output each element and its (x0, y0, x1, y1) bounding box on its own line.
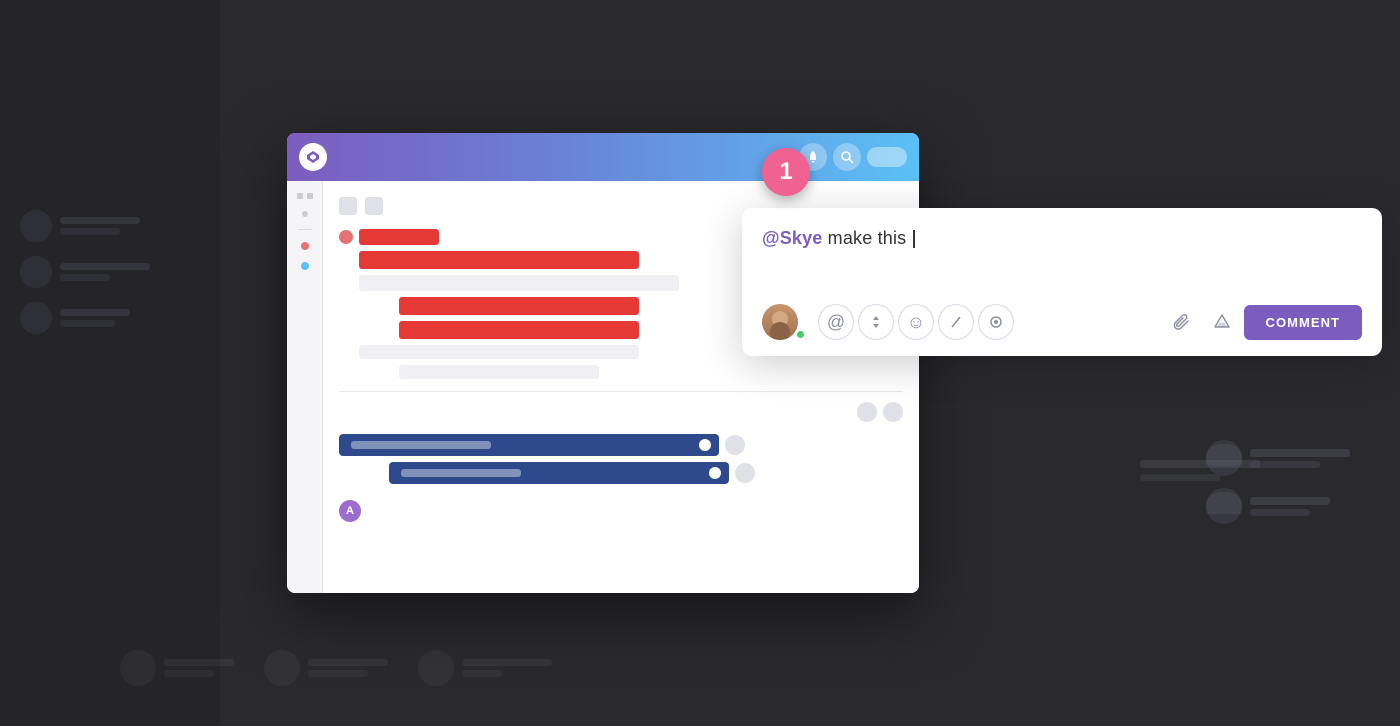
online-status-dot (796, 330, 805, 339)
app-window: A (287, 133, 919, 593)
bg-right-label (1140, 460, 1260, 481)
action-icon-2 (883, 402, 903, 422)
commenter-avatar (762, 304, 798, 340)
badge-number: 1 (779, 158, 792, 186)
comment-submit-button[interactable]: COMMENT (1244, 305, 1362, 340)
attachment-button[interactable] (1164, 304, 1200, 340)
add-icon (365, 197, 383, 215)
action-icon-1 (857, 402, 877, 422)
bg-bottom-row (120, 650, 1320, 686)
bg-left-content (20, 210, 150, 348)
comment-toolbar: @ ☺ (762, 304, 1362, 340)
comment-popup: @Skye make this @ (742, 208, 1382, 356)
mention-text: @Skye (762, 228, 823, 248)
app-header-right (799, 143, 907, 171)
search-icon[interactable] (833, 143, 861, 171)
bar-action-2 (735, 463, 755, 483)
sidebar-dot-1 (301, 242, 309, 250)
app-sidebar (287, 181, 323, 593)
bar-action-1 (725, 435, 745, 455)
view-icon (339, 197, 357, 215)
app-logo (299, 143, 327, 171)
app-header-left (299, 143, 327, 171)
emoji-button[interactable]: ☺ (898, 304, 934, 340)
assign-button[interactable] (858, 304, 894, 340)
sidebar-dot-2 (301, 262, 309, 270)
bg-left-panel (0, 0, 220, 726)
comment-text-area[interactable]: @Skye make this (762, 228, 1362, 288)
commenter-avatar-wrapper (762, 304, 806, 340)
drive-button[interactable] (1204, 304, 1240, 340)
comment-body-text: make this (823, 228, 912, 248)
app-header (287, 133, 919, 181)
format-button[interactable] (938, 304, 974, 340)
text-cursor (913, 230, 915, 248)
section-divider (339, 391, 903, 392)
bottom-section: A (339, 500, 903, 522)
status-button[interactable] (978, 304, 1014, 340)
gantt-blue-section (339, 434, 903, 484)
bg-right-content (1206, 440, 1350, 536)
notification-badge: 1 (762, 148, 810, 196)
header-bar (867, 147, 907, 167)
mention-button[interactable]: @ (818, 304, 854, 340)
